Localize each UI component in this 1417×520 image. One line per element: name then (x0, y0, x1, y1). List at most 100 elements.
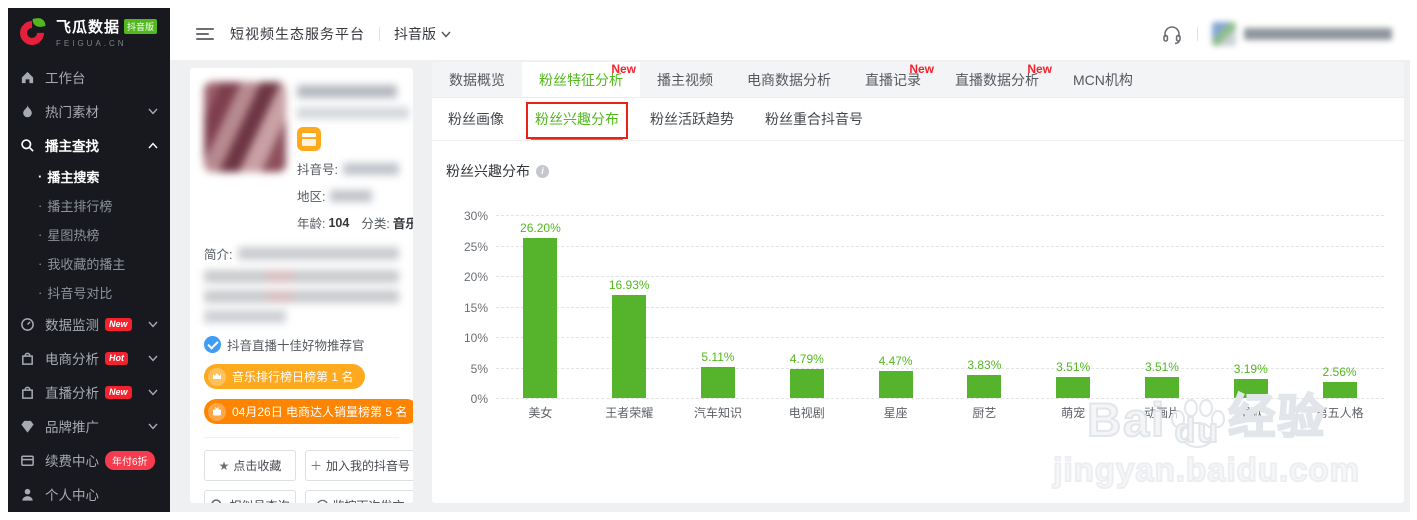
bio-label: 简介: (204, 244, 232, 263)
music-rank-badge[interactable]: 音乐排行榜日榜第 1 名 (204, 364, 365, 389)
subtab-label: 粉丝重合抖音号 (765, 109, 863, 129)
sidebar-item-ecommerce-analysis[interactable]: 电商分析Hot (8, 341, 170, 375)
sidebar-item-renewal-center[interactable]: 续费中心年付6折 (8, 443, 170, 477)
monitor-next-post-button[interactable]: 监控下次发文 (305, 490, 413, 503)
bio-blurred (204, 270, 399, 283)
y-axis-tick: 15% (448, 301, 488, 315)
bar-column[interactable]: 16.93% (585, 215, 674, 398)
collapse-menu-icon[interactable] (196, 25, 214, 43)
bar-column[interactable]: 4.79% (762, 215, 851, 398)
bar-column[interactable]: 3.51% (1029, 215, 1118, 398)
bar (879, 371, 913, 398)
brand-logo[interactable]: 飞瓜数据 抖音版 FEIGUA.CN (8, 8, 170, 56)
profile-actions: 点击收藏加入我的抖音号相似号查询监控下次发文 (204, 450, 399, 503)
tab-fan-feature-analysis[interactable]: 粉丝特征分析New (522, 62, 640, 97)
button-label: 点击收藏 (233, 457, 281, 474)
sidebar-nav: 工作台热门素材播主查找播主搜索播主排行榜星图热榜我收藏的播主抖音号对比数据监测N… (8, 60, 170, 511)
tab-streamer-videos[interactable]: 播主视频 (640, 62, 730, 97)
sidebar-subitem-streamer-ranking[interactable]: 播主排行榜 (8, 191, 170, 220)
bar (1234, 379, 1268, 398)
bag-icon (20, 384, 36, 400)
sidebar-item-brand-promotion[interactable]: 品牌推广 (8, 409, 170, 443)
sidebar-item-label: 个人中心 (45, 484, 99, 504)
sidebar-subitem-star-map-hot[interactable]: 星图热榜 (8, 220, 170, 249)
x-axis-category-label: 电视剧 (762, 404, 851, 421)
add-my-douyin-button[interactable]: 加入我的抖音号 (305, 450, 413, 481)
fan-subtabs: 粉丝画像 粉丝兴趣分布粉丝活跃趋势 粉丝重合抖音号 (432, 98, 1404, 141)
bar-column[interactable]: 3.83% (940, 215, 1029, 398)
favorite-button[interactable]: 点击收藏 (204, 450, 296, 481)
bar (1323, 382, 1357, 398)
sidebar-item-workbench[interactable]: 工作台 (8, 60, 170, 94)
similar-account-button[interactable]: 相似号查询 (204, 490, 296, 503)
tab-live-records[interactable]: 直播记录New (848, 62, 938, 97)
info-icon[interactable] (536, 165, 549, 178)
y-axis-tick: 10% (448, 331, 488, 345)
y-axis-tick: 0% (448, 392, 488, 406)
bio-blurred (204, 310, 286, 323)
feigua-logo-icon (20, 18, 48, 46)
bar-value-label: 3.51% (1056, 360, 1090, 374)
bar-column[interactable]: 3.51% (1118, 215, 1207, 398)
tab-label: MCN机构 (1073, 70, 1133, 90)
user-avatar[interactable] (1212, 22, 1236, 46)
sidebar-subitem-label: 播主排行榜 (47, 196, 112, 215)
bar-value-label: 3.83% (967, 358, 1001, 372)
divider (1197, 27, 1198, 41)
bar (790, 369, 824, 398)
bar-value-label: 4.79% (790, 352, 824, 366)
sidebar-item-live-analysis[interactable]: 直播分析New (8, 375, 170, 409)
subtab-label: 粉丝画像 (448, 109, 504, 129)
sidebar-subitem-label: 星图热榜 (47, 225, 99, 244)
bar-column[interactable]: 26.20% (496, 215, 585, 398)
y-axis-tick: 25% (448, 240, 488, 254)
sidebar-subitem-label: 我收藏的播主 (47, 254, 125, 273)
subtab-fan-overlap-douyin[interactable]: 粉丝重合抖音号 (763, 98, 865, 140)
home-icon (20, 69, 36, 85)
sidebar-item-personal-center[interactable]: 个人中心 (8, 477, 170, 511)
user-name-blurred[interactable] (1244, 28, 1392, 40)
tab-mcn-agency[interactable]: MCN机构 (1056, 62, 1150, 97)
app-window: 飞瓜数据 抖音版 FEIGUA.CN 工作台热门素材播主查找播主搜索播主排行榜星… (8, 8, 1410, 512)
tab-label: 数据概览 (449, 70, 505, 90)
tab-live-data-analysis[interactable]: 直播数据分析New (938, 62, 1056, 97)
bio-section: 简介: (204, 244, 399, 323)
sidebar-subitem-label: 播主搜索 (47, 167, 99, 186)
card-icon (20, 452, 36, 468)
subtab-fan-portrait[interactable]: 粉丝画像 (446, 98, 506, 140)
verified-text: 抖音直播十佳好物推荐官 (227, 335, 365, 354)
topbar: 短视频生态服务平台 抖音版 (170, 8, 1410, 60)
sidebar-item-hot-material[interactable]: 热门素材 (8, 94, 170, 128)
chevron-down-icon (148, 389, 158, 396)
subtab-fan-active-trend[interactable]: 粉丝活跃趋势 (648, 98, 736, 140)
sidebar-subitem-streamer-search[interactable]: 播主搜索 (8, 162, 170, 191)
sidebar-subitem-douyin-compare[interactable]: 抖音号对比 (8, 278, 170, 307)
button-label: 监控下次发文 (333, 497, 405, 503)
bar-column[interactable]: 2.56% (1295, 215, 1384, 398)
bar-column[interactable]: 5.11% (674, 215, 763, 398)
sidebar-subitem-my-favorite-streamers[interactable]: 我收藏的播主 (8, 249, 170, 278)
douyin-id-blurred (343, 163, 399, 175)
sidebar-item-label: 数据监测 (45, 314, 99, 334)
y-axis-tick: 5% (448, 362, 488, 376)
sidebar-item-label: 电商分析 (45, 348, 99, 368)
bar-column[interactable]: 3.19% (1206, 215, 1295, 398)
sales-rank-badge[interactable]: 04月26日 电商达人销量榜第 5 名 (204, 399, 413, 424)
brand-edition-badge: 抖音版 (124, 19, 157, 34)
x-axis-category-label: 厨艺 (940, 404, 1029, 421)
edition-dropdown[interactable]: 抖音版 (394, 24, 451, 44)
headset-icon[interactable] (1161, 23, 1183, 45)
eye-icon (316, 499, 329, 503)
subtab-fan-interest-distribution[interactable]: 粉丝兴趣分布 (533, 98, 621, 140)
bio-blurred (238, 247, 399, 260)
x-axis-category-label: 美女 (496, 404, 585, 421)
bar-column[interactable]: 4.47% (851, 215, 940, 398)
tab-ecommerce-data-analysis[interactable]: 电商数据分析 (730, 62, 848, 97)
bar (1056, 377, 1090, 398)
bar (967, 375, 1001, 398)
bag-icon (20, 350, 36, 366)
verified-check-icon (204, 336, 221, 353)
sidebar-item-data-monitor[interactable]: 数据监测New (8, 307, 170, 341)
sidebar-item-streamer-find[interactable]: 播主查找 (8, 128, 170, 162)
tab-data-overview[interactable]: 数据概览 (432, 62, 522, 97)
